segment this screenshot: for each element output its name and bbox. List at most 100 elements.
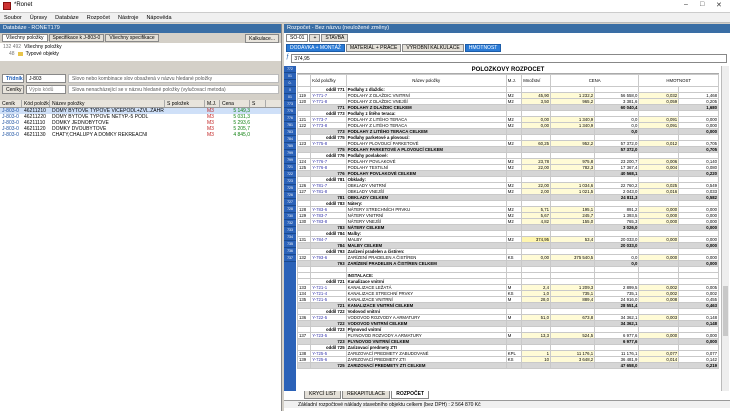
section-index-label[interactable]: 726	[284, 192, 296, 199]
section-index-label[interactable]: 721	[284, 164, 296, 171]
database-tab[interactable]: Všechny specifikace	[105, 34, 159, 42]
edit-row: ƒ 374,95	[284, 53, 730, 64]
section-index-label[interactable]: 723	[284, 178, 296, 185]
section-index-label[interactable]: 772	[284, 66, 296, 73]
section-index-label[interactable]: 725	[284, 185, 296, 192]
menu-item[interactable]: Soubor	[4, 15, 22, 21]
app-icon	[3, 2, 11, 10]
grid-col-header[interactable]: Ceník	[0, 100, 22, 107]
col-price: CENA	[549, 74, 640, 87]
object-tabs: SO-01 + STAVBA	[284, 33, 730, 43]
value-input[interactable]: 374,95	[291, 54, 728, 63]
menu-item[interactable]: Úpravy	[30, 15, 47, 21]
grid-col-header[interactable]: Cena	[220, 100, 250, 107]
object-tab[interactable]: STAVBA	[321, 34, 349, 42]
pricelist-button[interactable]: Ceníky	[2, 85, 24, 94]
search-input[interactable]: J-803	[26, 74, 66, 83]
col-name: Název položky	[345, 74, 507, 87]
section-index-label[interactable]: 728	[284, 206, 296, 213]
section-index-label[interactable]: 734	[284, 234, 296, 241]
menu-item[interactable]: Rozpočet	[87, 15, 110, 21]
section-index-label[interactable]: 737	[284, 255, 296, 262]
view-tab[interactable]: MATERIÁL + PRÁCE	[345, 44, 402, 52]
section-index-label[interactable]: 727	[284, 199, 296, 206]
database-tabs: Všechny položky Specifikace k J-803-0 Všec…	[0, 33, 281, 43]
budget-sheet: POLOŽKOVÝ ROZPOČET Kód položky Název pol…	[297, 66, 719, 391]
section-index-label[interactable]: 01	[284, 73, 296, 80]
view-tab[interactable]: DODÁVKA + MONTÁŽ	[286, 44, 345, 52]
exclude-hint: Slova nenacházející se v názvu hledané p…	[68, 85, 279, 94]
section-index-label[interactable]: 799	[284, 150, 296, 157]
grid-col-header[interactable]: S položek	[165, 100, 205, 107]
object-tab[interactable]: +	[309, 34, 321, 42]
sheet-tab[interactable]: ROZPOČET	[391, 391, 429, 399]
section-index-label[interactable]: 0	[284, 87, 296, 94]
cell-empty	[549, 362, 596, 369]
scrollbar-thumb[interactable]	[723, 286, 728, 336]
maximize-icon[interactable]: □	[700, 1, 704, 8]
section-index-label[interactable]: 733	[284, 227, 296, 234]
section-index-label[interactable]: 785	[284, 143, 296, 150]
cell-price: 4 845,0	[233, 132, 250, 138]
database-pane: Databáze - RONET179 Všechny položky Speci…	[0, 24, 282, 411]
grid-col-header[interactable]: Název položky	[50, 100, 165, 107]
cell-pricelist: J-803-0	[2, 132, 19, 138]
menu-item[interactable]: Nápověda	[146, 15, 171, 21]
section-index-label[interactable]: 784	[284, 136, 296, 143]
menu-item[interactable]: Databáze	[55, 15, 79, 21]
menu-item[interactable]: Nástroje	[118, 15, 138, 21]
object-tab[interactable]: SO-01	[286, 34, 309, 42]
sheet-tab[interactable]: REKAPITULACE	[342, 391, 391, 399]
section-index-label[interactable]: 01	[284, 94, 296, 101]
minimize-icon[interactable]: –	[684, 1, 688, 8]
section-index-label[interactable]: 776	[284, 115, 296, 122]
section-index-label[interactable]: 775	[284, 108, 296, 115]
cell-code: 46211130	[24, 132, 46, 138]
cell-code: 725	[310, 362, 347, 369]
cell-name: ZARIZOVACÍ PREDMETY ZTI CELKEM	[345, 362, 507, 369]
view-tabs: DODÁVKA + MONTÁŽ MATERIÁL + PRÁCE VÝROBNÍ …	[284, 43, 730, 53]
section-index-label[interactable]: 722	[284, 171, 296, 178]
classifier-button[interactable]: Třídník	[2, 74, 24, 83]
grid-col-header[interactable]: S	[250, 100, 266, 107]
cell-unit: M3	[207, 132, 214, 138]
close-icon[interactable]: ✕	[716, 1, 722, 9]
cell-empty	[505, 362, 523, 369]
table-row[interactable]: J-803-0 46211130 CHATY,CHALUPY A DOMKY REK…	[0, 132, 281, 138]
section-index-label[interactable]: 736	[284, 248, 296, 255]
view-tab[interactable]: HMOTNOST	[464, 44, 502, 52]
tree-item[interactable]: 132 492 Všechny položky	[3, 44, 278, 51]
section-index-label[interactable]: 781	[284, 122, 296, 129]
section-index-label[interactable]: 0-	[284, 80, 296, 87]
tree-item[interactable]: 48 Typové objekty	[3, 51, 278, 58]
search-row: Třídník J-803 Slovo nebo kombinace slov …	[0, 73, 281, 84]
database-pane-header: Databáze - RONET179	[0, 24, 281, 33]
budget-pane-header: Rozpočet - Bez názvu (neuložené změny)	[284, 24, 730, 33]
vertical-scrollbar[interactable]	[721, 66, 729, 391]
col-unit: M.J.	[505, 74, 523, 87]
view-tab[interactable]: VÝROBNÍ KALKULACE	[402, 44, 464, 52]
database-tab[interactable]: Specifikace k J-803-0	[48, 34, 105, 42]
cell-weight-total: 0,219	[678, 362, 719, 369]
status-bar: Základní rozpočtové náklady stavebního o…	[284, 400, 730, 408]
items-grid-header: Ceník Kód položky Název položky S položek M.…	[0, 100, 281, 108]
sheet-tab[interactable]: KRYCÍ LIST	[304, 391, 342, 399]
grid-col-header[interactable]: M.J.	[205, 100, 220, 107]
grid-col-header[interactable]: Kód položky	[22, 100, 50, 107]
section-index-label[interactable]: 732	[284, 220, 296, 227]
search-hint: Slovo nebo kombinace slov obsažená v náz…	[68, 74, 279, 83]
section-index-label[interactable]: 773	[284, 101, 296, 108]
table-row: 725 ZARIZOVACÍ PREDMETY ZTI CELKEM 47 658,…	[297, 362, 719, 369]
exclude-row: Ceníky Výpis kódů Slova nenacházející se…	[0, 84, 281, 95]
section-index-label[interactable]: 783	[284, 129, 296, 136]
section-index-label[interactable]: 735	[284, 241, 296, 248]
budget-pane: Rozpočet - Bez názvu (neuložené změny) S…	[284, 24, 730, 411]
code-listing-input[interactable]: Výpis kódů	[26, 85, 66, 94]
cell-price-total: 47 658,0	[594, 362, 640, 369]
section-index-label[interactable]: 730	[284, 213, 296, 220]
items-grid: J-803-0 46211210 DOMY BYTOVÉ TYPOVÉ VICEPO…	[0, 108, 281, 138]
section-index-label[interactable]: 799	[284, 157, 296, 164]
database-tab[interactable]: Všechny položky	[2, 34, 48, 42]
calculation-button[interactable]: Kalkulace...	[245, 33, 279, 43]
table-header-row: Kód položky Název položky M.J. Množství …	[297, 74, 719, 87]
